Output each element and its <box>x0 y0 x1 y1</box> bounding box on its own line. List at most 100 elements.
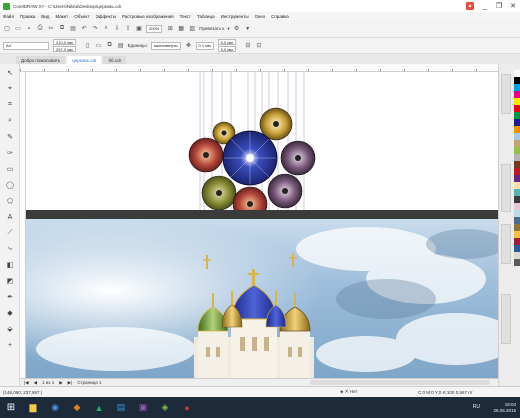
app-blue-icon[interactable]: ▤ <box>110 397 132 418</box>
units-select[interactable]: миллиметры <box>150 41 181 50</box>
palette-swatch[interactable] <box>514 140 520 147</box>
palette-swatch[interactable] <box>514 105 520 112</box>
palette-swatch[interactable] <box>514 182 520 189</box>
menu-tools[interactable]: Инструменты <box>221 14 249 19</box>
last-page-button[interactable]: ▶| <box>68 380 73 386</box>
menu-window[interactable]: Окно <box>255 14 265 19</box>
smart-fill-icon[interactable]: ⬙ <box>4 323 16 335</box>
palette-swatch[interactable] <box>514 217 520 224</box>
palette-swatch[interactable] <box>514 175 520 182</box>
menu-help[interactable]: Справка <box>271 14 289 19</box>
palette-swatch[interactable] <box>514 259 520 266</box>
bleed-icon[interactable]: ⊡ <box>255 42 263 50</box>
palette-swatch[interactable] <box>514 161 520 168</box>
shadow-tool-icon[interactable]: ◧ <box>4 259 16 271</box>
launch-icon[interactable]: ▾ <box>244 25 252 33</box>
grid-icon[interactable]: ▥ <box>188 25 196 33</box>
file-explorer-icon[interactable]: ▆ <box>22 397 44 418</box>
palette-swatch[interactable] <box>514 252 520 259</box>
cut-icon[interactable]: ✂ <box>47 25 55 33</box>
docker-tab-object-manager[interactable] <box>501 164 511 212</box>
restore-button[interactable]: ❐ <box>492 0 506 12</box>
app-orange-icon[interactable]: ◆ <box>66 397 88 418</box>
menu-object[interactable]: Объект <box>74 14 89 19</box>
parallel-dimension-icon[interactable]: ⟋ <box>4 227 16 239</box>
import-icon[interactable]: ⇩ <box>113 25 121 33</box>
landscape-icon[interactable]: ▭ <box>95 42 103 50</box>
copy-icon[interactable]: ⧉ <box>58 25 66 33</box>
palette-swatch[interactable] <box>514 77 520 84</box>
minimize-button[interactable]: _ <box>478 0 492 12</box>
docker-tab-object-properties[interactable] <box>501 74 511 114</box>
color-palette[interactable] <box>514 70 520 266</box>
coreldraw-taskbar-icon[interactable]: ◈ <box>154 397 176 418</box>
start-button-icon[interactable]: ⊞ <box>0 397 22 418</box>
connector-tool-icon[interactable]: ⤷ <box>4 243 16 255</box>
app-green-icon[interactable]: ▲ <box>88 397 110 418</box>
undo-icon[interactable]: ↶ <box>80 25 88 33</box>
palette-swatch[interactable] <box>514 98 520 105</box>
app-red-icon[interactable]: ● <box>176 397 198 418</box>
artistic-media-icon[interactable]: ✑ <box>4 147 16 159</box>
nudge-distance-field[interactable]: 0,1 мм <box>195 41 214 50</box>
ellipse-tool-icon[interactable]: ◯ <box>4 179 16 191</box>
pick-tool-icon[interactable]: ↖ <box>4 67 16 79</box>
page-height-field[interactable]: 297,0 мм <box>53 46 76 52</box>
palette-swatch[interactable] <box>514 70 520 77</box>
palette-swatch[interactable] <box>514 112 520 119</box>
palette-swatch[interactable] <box>514 91 520 98</box>
search-icon[interactable]: ⌕ <box>102 25 110 33</box>
paper-size-select[interactable]: A4 <box>3 41 49 50</box>
paste-icon[interactable]: ▤ <box>69 25 77 33</box>
add-tool-icon[interactable]: + <box>4 339 16 351</box>
horizontal-ruler[interactable] <box>20 64 498 72</box>
next-page-button[interactable]: ▶ <box>59 380 62 386</box>
close-button[interactable]: ✕ <box>506 0 520 12</box>
zoom-tool-icon[interactable]: ⌕ <box>4 115 16 127</box>
app-purple-icon[interactable]: ▣ <box>132 397 154 418</box>
open-icon[interactable]: ▭ <box>14 25 22 33</box>
portrait-icon[interactable]: ▯ <box>84 42 92 50</box>
palette-swatch[interactable] <box>514 196 520 203</box>
crop-tool-icon[interactable]: ⌗ <box>4 99 16 111</box>
menu-layout[interactable]: Макет <box>55 14 68 19</box>
snap-chevron-icon[interactable]: ▾ <box>227 26 229 32</box>
print-icon[interactable]: ⎙ <box>36 25 44 33</box>
menu-text[interactable]: Текст <box>180 14 191 19</box>
shape-tool-icon[interactable]: ⌖ <box>4 83 16 95</box>
palette-swatch[interactable] <box>514 133 520 140</box>
menu-view[interactable]: Вид <box>41 14 49 19</box>
save-icon[interactable]: ▪ <box>25 25 33 33</box>
page-tab[interactable]: Страница 1 <box>77 380 101 385</box>
eyedropper-icon[interactable]: ✒ <box>4 291 16 303</box>
menu-file[interactable]: Файл <box>3 14 14 19</box>
docker-tab-hints[interactable] <box>501 294 511 344</box>
first-page-button[interactable]: |◀ <box>24 380 29 386</box>
palette-swatch[interactable] <box>514 238 520 245</box>
export-icon[interactable]: ⇧ <box>124 25 132 33</box>
tab-welcome[interactable]: Добро пожаловать <box>16 56 66 64</box>
all-pages-icon[interactable]: ⧉ <box>106 42 114 50</box>
palette-swatch[interactable] <box>514 210 520 217</box>
tab-church[interactable]: церковь.cdr <box>67 56 102 64</box>
transparency-tool-icon[interactable]: ◩ <box>4 275 16 287</box>
zoom-level-select[interactable]: 200% <box>146 24 163 33</box>
palette-swatch[interactable] <box>514 224 520 231</box>
tab-bb[interactable]: бб.cdr <box>103 56 127 64</box>
page-width-field[interactable]: 210,0 мм <box>53 39 76 45</box>
page-options-icon[interactable]: ⊟ <box>244 42 252 50</box>
language-indicator[interactable]: RU <box>473 404 480 410</box>
fullscreen-icon[interactable]: ⊞ <box>166 25 174 33</box>
menu-edit[interactable]: Правка <box>20 14 35 19</box>
redo-icon[interactable]: ↷ <box>91 25 99 33</box>
palette-swatch[interactable] <box>514 84 520 91</box>
prev-page-button[interactable]: ◀ <box>34 380 37 386</box>
snap-to-button[interactable]: Привязать к <box>199 26 224 31</box>
publish-icon[interactable]: ▣ <box>135 25 143 33</box>
docker-tab-text-properties[interactable] <box>501 224 511 264</box>
palette-swatch[interactable] <box>514 203 520 210</box>
palette-swatch[interactable] <box>514 147 520 154</box>
rulers-icon[interactable]: ▦ <box>177 25 185 33</box>
menu-bitmaps[interactable]: Растровые изображения <box>122 14 174 19</box>
polygon-tool-icon[interactable]: ⬠ <box>4 195 16 207</box>
